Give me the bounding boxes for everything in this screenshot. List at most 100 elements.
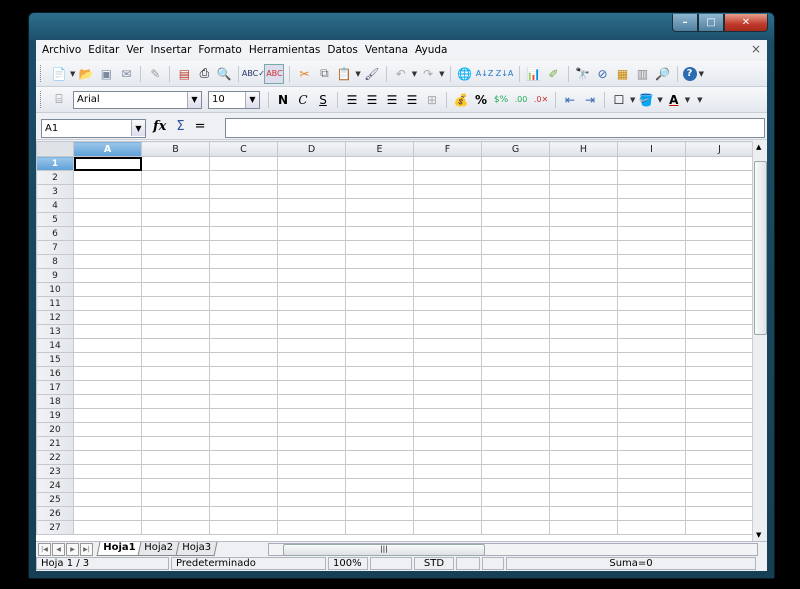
cell-j16[interactable] <box>685 366 754 381</box>
cell-f21[interactable] <box>413 436 482 451</box>
add-decimal-icon[interactable]: .00 <box>512 91 530 109</box>
cell-j5[interactable] <box>685 212 754 227</box>
cell-e5[interactable] <box>345 212 414 227</box>
cell-f7[interactable] <box>413 240 482 255</box>
cell-e17[interactable] <box>345 380 414 395</box>
cell-g18[interactable] <box>481 394 550 409</box>
cell-h20[interactable] <box>549 422 618 437</box>
cell-h24[interactable] <box>549 478 618 493</box>
cell-f24[interactable] <box>413 478 482 493</box>
column-header-b[interactable]: B <box>141 141 210 157</box>
cell-d11[interactable] <box>277 296 346 311</box>
cell-c15[interactable] <box>209 352 278 367</box>
vertical-scroll-thumb[interactable] <box>754 161 767 335</box>
cell-g9[interactable] <box>481 268 550 283</box>
row-header[interactable]: 17 <box>36 380 74 395</box>
cell-e23[interactable] <box>345 464 414 479</box>
decrease-indent-icon[interactable]: ⇤ <box>561 91 579 109</box>
cell-h17[interactable] <box>549 380 618 395</box>
cell-e9[interactable] <box>345 268 414 283</box>
sheet-tab-hoja2[interactable]: Hoja2 <box>137 542 180 556</box>
cell-e26[interactable] <box>345 506 414 521</box>
cell-b3[interactable] <box>141 184 210 199</box>
cell-f6[interactable] <box>413 226 482 241</box>
cell-f23[interactable] <box>413 464 482 479</box>
cell-d5[interactable] <box>277 212 346 227</box>
row-header[interactable]: 5 <box>36 212 74 227</box>
cell-g4[interactable] <box>481 198 550 213</box>
row-header[interactable]: 13 <box>36 324 74 339</box>
cell-d21[interactable] <box>277 436 346 451</box>
cell-d10[interactable] <box>277 282 346 297</box>
undo-icon[interactable]: ↶ <box>392 65 410 83</box>
cell-g5[interactable] <box>481 212 550 227</box>
row-header[interactable]: 18 <box>36 394 74 409</box>
row-header[interactable]: 19 <box>36 408 74 423</box>
cell-a17[interactable] <box>73 380 142 395</box>
cell-b5[interactable] <box>141 212 210 227</box>
cell-f27[interactable] <box>413 520 482 535</box>
sort-ascending-icon[interactable]: A↓Z <box>476 65 494 83</box>
paste-dropdown-icon[interactable]: ▼ <box>355 70 360 78</box>
cell-e3[interactable] <box>345 184 414 199</box>
row-header[interactable]: 16 <box>36 366 74 381</box>
cell-d16[interactable] <box>277 366 346 381</box>
toolbar-grip[interactable] <box>40 91 44 108</box>
name-box[interactable]: A1 ▼ <box>41 119 146 138</box>
row-header[interactable]: 3 <box>36 184 74 199</box>
email-icon[interactable]: ✉ <box>117 65 135 83</box>
column-header-e[interactable]: E <box>345 141 414 157</box>
redo-dropdown-icon[interactable]: ▼ <box>439 70 444 78</box>
cell-f15[interactable] <box>413 352 482 367</box>
cell-a6[interactable] <box>73 226 142 241</box>
column-header-d[interactable]: D <box>277 141 346 157</box>
function-wizard-icon[interactable]: fx <box>153 119 166 134</box>
redo-icon[interactable]: ↷ <box>419 65 437 83</box>
cell-i6[interactable] <box>617 226 686 241</box>
menu-ver[interactable]: Ver <box>123 44 146 56</box>
cell-h10[interactable] <box>549 282 618 297</box>
background-color-icon[interactable]: 🪣 <box>637 91 655 109</box>
column-header-i[interactable]: I <box>617 141 686 157</box>
cell-e25[interactable] <box>345 492 414 507</box>
cell-j7[interactable] <box>685 240 754 255</box>
cell-h7[interactable] <box>549 240 618 255</box>
cell-e12[interactable] <box>345 310 414 325</box>
font-name-dropdown-icon[interactable]: ▼ <box>187 91 201 108</box>
save-icon[interactable]: ▣ <box>97 65 115 83</box>
cell-h21[interactable] <box>549 436 618 451</box>
cell-d24[interactable] <box>277 478 346 493</box>
cell-a22[interactable] <box>73 450 142 465</box>
cell-j24[interactable] <box>685 478 754 493</box>
cell-a14[interactable] <box>73 338 142 353</box>
cell-f8[interactable] <box>413 254 482 269</box>
cell-i21[interactable] <box>617 436 686 451</box>
cell-h22[interactable] <box>549 450 618 465</box>
align-right-icon[interactable]: ☰ <box>383 91 401 109</box>
cell-d4[interactable] <box>277 198 346 213</box>
autospellcheck-icon[interactable]: ABC <box>264 63 285 84</box>
cell-d15[interactable] <box>277 352 346 367</box>
cell-e27[interactable] <box>345 520 414 535</box>
cell-b11[interactable] <box>141 296 210 311</box>
font-color-dropdown-icon[interactable]: ▼ <box>685 96 690 104</box>
cell-b14[interactable] <box>141 338 210 353</box>
cell-b4[interactable] <box>141 198 210 213</box>
last-sheet-icon[interactable]: ▶| <box>80 543 93 556</box>
cell-h6[interactable] <box>549 226 618 241</box>
sum-icon[interactable]: Σ <box>176 119 184 134</box>
cell-b9[interactable] <box>141 268 210 283</box>
menu-ayuda[interactable]: Ayuda <box>412 44 450 56</box>
cell-a10[interactable] <box>73 282 142 297</box>
new-dropdown-icon[interactable]: ▼ <box>70 70 75 78</box>
print-icon[interactable]: ⎙ <box>195 65 213 83</box>
cell-d7[interactable] <box>277 240 346 255</box>
cell-a21[interactable] <box>73 436 142 451</box>
cell-f4[interactable] <box>413 198 482 213</box>
navigator-icon[interactable]: ⊘ <box>594 65 612 83</box>
cell-e14[interactable] <box>345 338 414 353</box>
status-zoom[interactable]: 100% <box>328 557 368 570</box>
cell-d25[interactable] <box>277 492 346 507</box>
cell-e21[interactable] <box>345 436 414 451</box>
cell-f19[interactable] <box>413 408 482 423</box>
